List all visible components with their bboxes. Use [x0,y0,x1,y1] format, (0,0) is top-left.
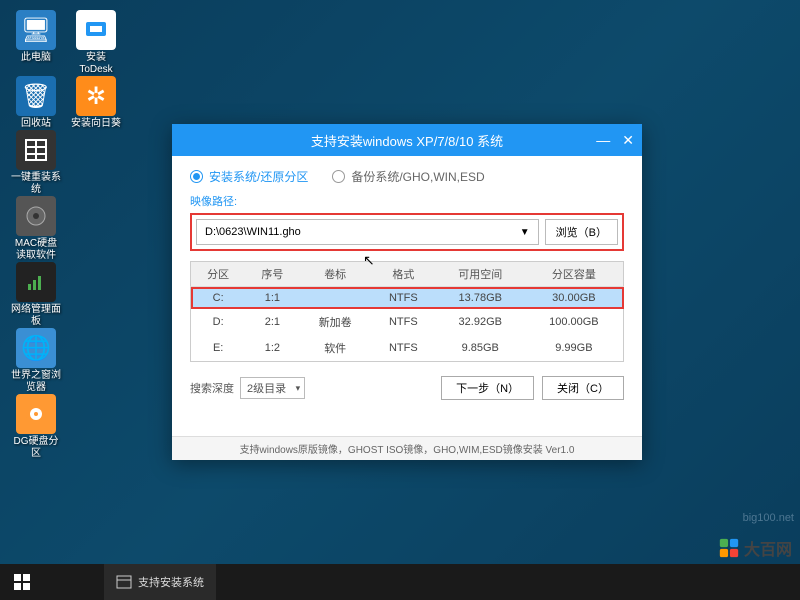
table-row[interactable]: E:1:2软件NTFS9.85GB9.99GB [191,335,624,362]
icon-label: 回收站 [21,118,51,130]
col-fmt: 格式 [371,262,436,287]
col-cap: 分区容量 [525,262,624,287]
next-button[interactable]: 下一步（N） [441,376,534,400]
cell-vol [299,287,371,310]
icon-label: MAC硬盘读取软件 [10,238,62,262]
cell-free: 13.78GB [436,287,525,310]
icon-label: 安装ToDesk [70,52,122,76]
mac-icon [16,196,56,236]
table-row[interactable]: C:1:1 NTFS13.78GB30.00GB [191,287,624,310]
cell-cap: 9.99GB [525,335,624,362]
network-icon [16,262,56,302]
disk-table: 分区 序号 卷标 格式 可用空间 分区容量 C:1:1NTFS13.78GB30… [190,261,624,362]
close-button[interactable]: 关闭（C） [542,376,624,400]
chevron-down-icon: ▼ [520,227,530,238]
table-row[interactable]: D:2:1新加卷NTFS32.92GB100.00GB [191,309,624,335]
dialog-titlebar[interactable]: 支持安装windows XP/7/8/10 系统 — ✕ [172,124,642,156]
radio-label: 备份系统/GHO,WIN,ESD [351,168,484,185]
cell-part: D: [191,309,246,335]
path-row-highlight: D:\0623\WIN11.gho ▼ 浏览（B） [190,213,624,251]
todesk-icon [76,10,116,50]
radio-icon [332,170,345,183]
cell-cap: 30.00GB [525,287,624,310]
brand-logo-icon [718,537,740,559]
cell-seq: 1:1 [245,287,299,310]
desktop-icon-network[interactable]: 网络管理面板 [10,262,62,328]
cell-fmt: NTFS [371,309,436,335]
taskbar-item-label: 支持安装系统 [138,574,204,590]
image-path-dropdown[interactable]: D:\0623\WIN11.gho ▼ [196,219,539,245]
dialog-title-text: 支持安装windows XP/7/8/10 系统 [311,131,503,150]
watermark-url: big100.net [743,512,794,524]
icon-label: 网络管理面板 [10,304,62,328]
sunflower-icon: ✲ [76,76,116,116]
desktop-icon-sunflower[interactable]: ✲ 安装向日葵 [70,76,122,130]
cell-fmt: NTFS [371,287,436,310]
app-icon [116,574,132,590]
desktop-icon-reinstall[interactable]: 一键重装系统 [10,130,62,196]
cell-part: C: [191,287,246,310]
col-free: 可用空间 [436,262,525,287]
cell-free: 32.92GB [436,309,525,335]
desktop-icon-todesk[interactable]: 安装ToDesk [70,10,122,76]
path-value: D:\0623\WIN11.gho [205,226,301,238]
cell-free: 9.85GB [436,335,525,362]
depth-label: 搜索深度 [190,380,234,396]
cell-seq: 1:2 [245,335,299,362]
icon-label: 一键重装系统 [10,172,62,196]
depth-select[interactable]: 2级目录 [240,377,305,399]
cell-seq: 2:1 [245,309,299,335]
cell-vol: 新加卷 [299,309,371,335]
start-button[interactable] [0,564,44,600]
cell-fmt: NTFS [371,335,436,362]
icon-label: 此电脑 [21,52,51,64]
reinstall-icon [16,130,56,170]
desktop-icon-dg[interactable]: DG硬盘分区 [10,394,62,460]
taskbar: 支持安装系统 [0,564,800,600]
install-dialog: 支持安装windows XP/7/8/10 系统 — ✕ 安装系统/还原分区 备… [172,124,642,460]
desktop-icon-pc[interactable]: 🖥 此电脑 [10,10,62,76]
desktop-icon-recycle[interactable]: 🗑 回收站 [10,76,62,130]
radio-icon [190,170,203,183]
dialog-footer: 支持windows原版镜像，GHOST ISO镜像，GHO,WIM,ESD镜像安… [172,436,642,460]
recycle-icon: 🗑 [16,76,56,116]
path-label: 映像路径: [190,193,624,209]
cell-cap: 100.00GB [525,309,624,335]
depth-value: 2级目录 [247,380,286,396]
pc-icon: 🖥 [16,10,56,50]
radio-install[interactable]: 安装系统/还原分区 [190,168,308,185]
icon-label: 安装向日葵 [71,118,121,130]
icon-label: 世界之窗浏览器 [10,370,62,394]
dg-icon [16,394,56,434]
cell-vol: 软件 [299,335,371,362]
col-seq: 序号 [245,262,299,287]
col-vol: 卷标 [299,262,371,287]
desktop-icon-mac[interactable]: MAC硬盘读取软件 [10,196,62,262]
icon-label: DG硬盘分区 [10,436,62,460]
desktop-icons: 🖥 此电脑 安装ToDesk 🗑 回收站 ✲ 安装向日葵 一键重装系统 MAC硬… [10,10,122,460]
radio-label: 安装系统/还原分区 [209,168,308,185]
browse-button[interactable]: 浏览（B） [545,219,618,245]
taskbar-item-installer[interactable]: 支持安装系统 [104,564,216,600]
col-part: 分区 [191,262,246,287]
radio-backup[interactable]: 备份系统/GHO,WIN,ESD [332,168,484,185]
desktop-icon-browser[interactable]: 🌐 世界之窗浏览器 [10,328,62,394]
minimize-icon[interactable]: — [596,132,610,148]
browser-icon: 🌐 [16,328,56,368]
close-icon[interactable]: ✕ [622,132,634,149]
cell-part: E: [191,335,246,362]
watermark-brand: 大百网 [718,536,792,560]
brand-text: 大百网 [744,536,792,560]
